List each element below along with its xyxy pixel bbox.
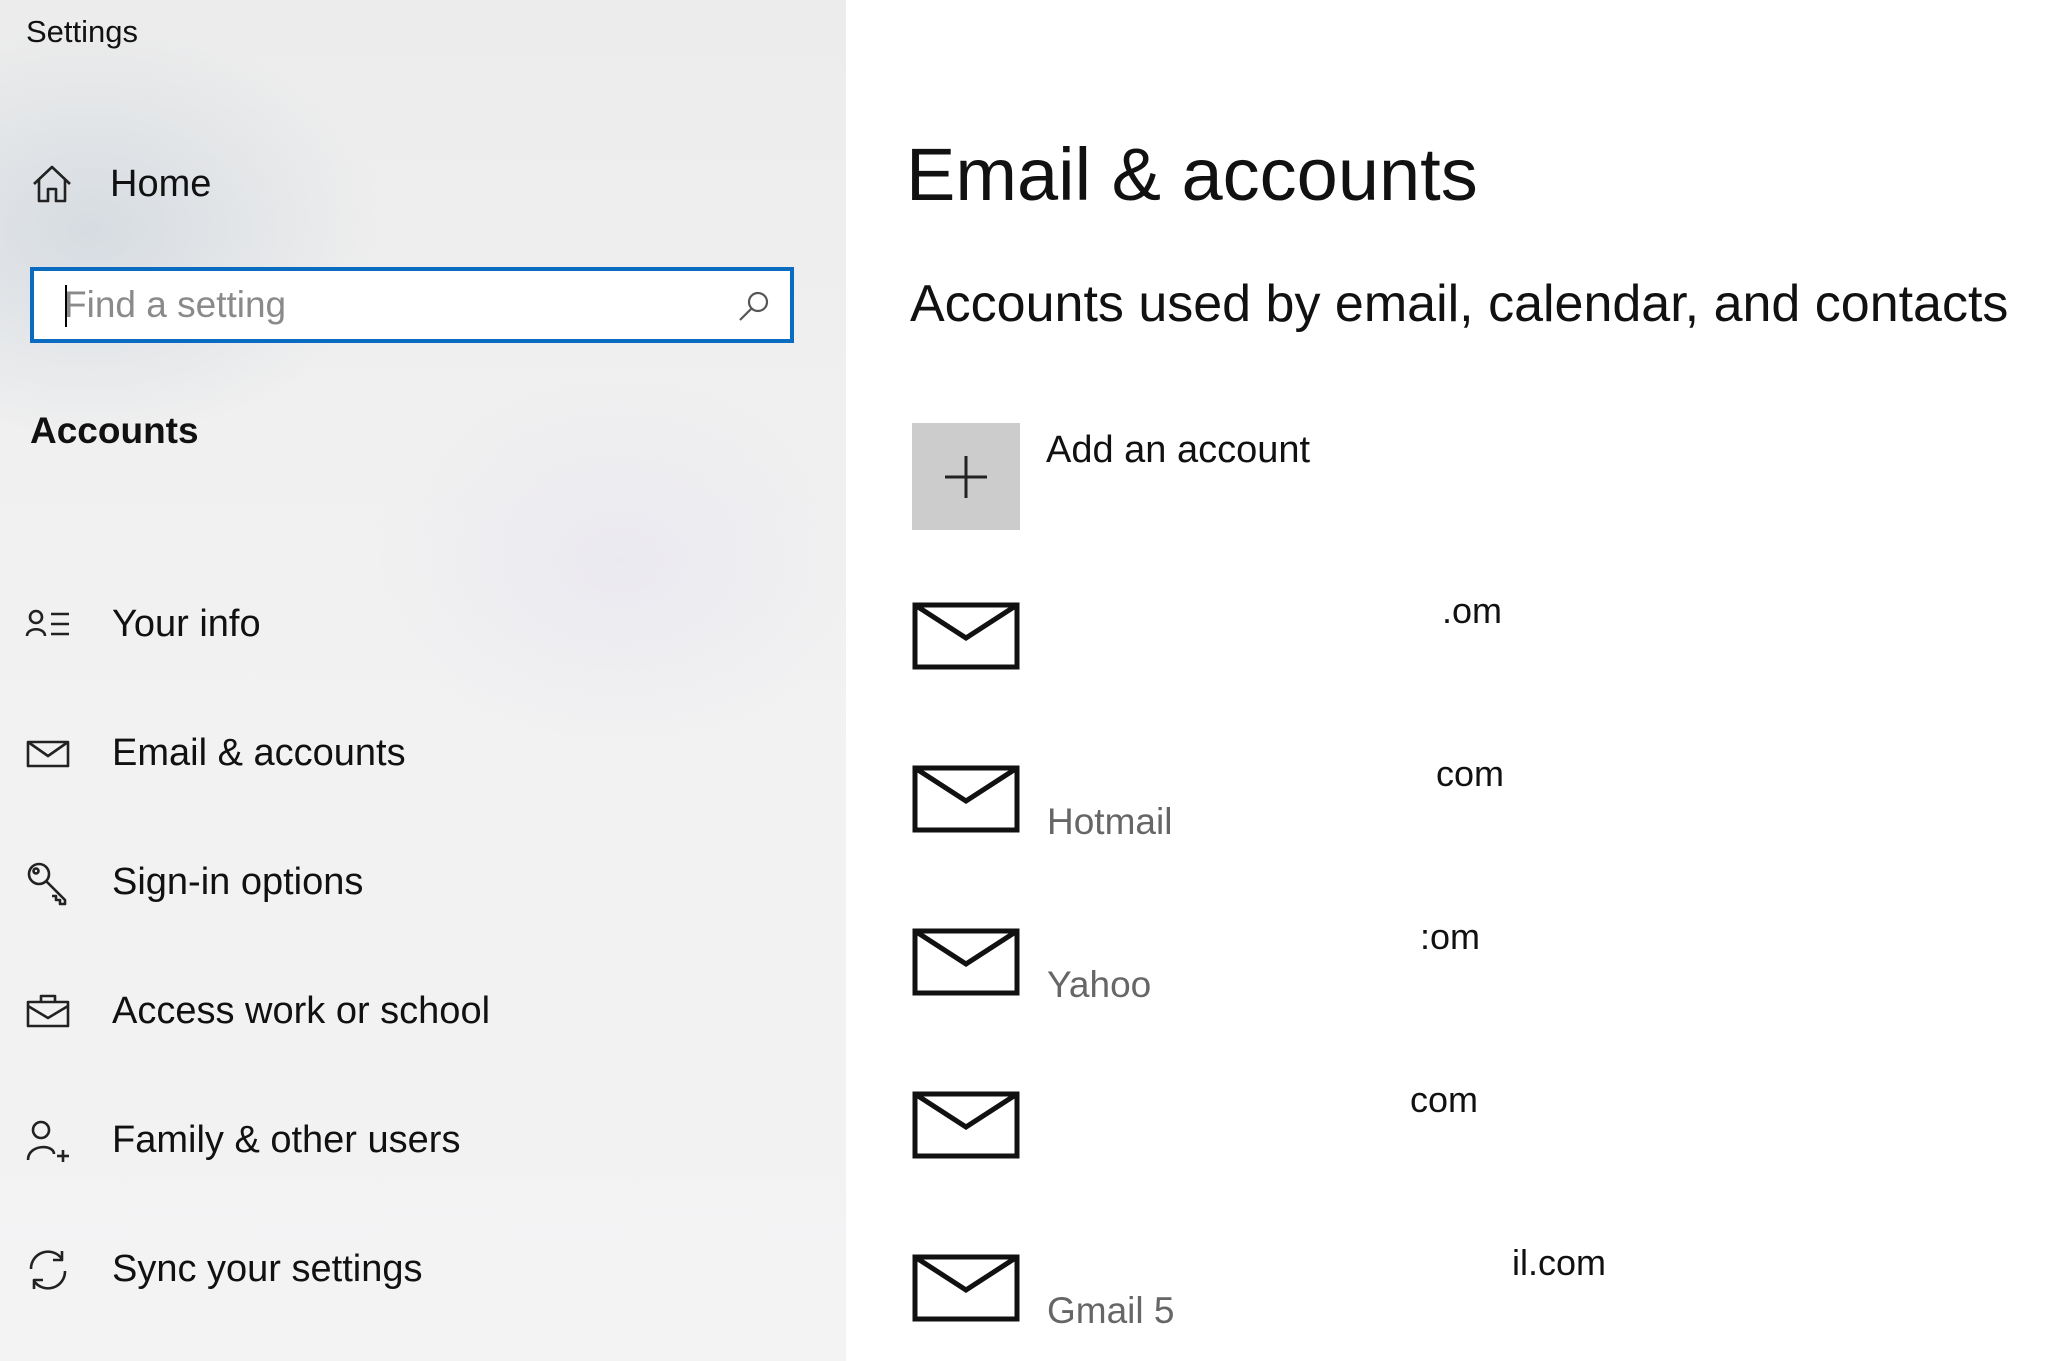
- key-icon: [24, 859, 72, 907]
- sync-icon: [24, 1246, 72, 1294]
- mail-icon: [24, 730, 72, 778]
- account-item[interactable]: .om: [912, 590, 1912, 753]
- sidebar-item-label: Sync your settings: [112, 1248, 423, 1290]
- accounts-list: .om com Hotmail :om Yahoo com il.com Gma…: [912, 590, 1912, 1361]
- home-label: Home: [110, 162, 212, 205]
- mail-icon: [912, 1091, 1020, 1159]
- account-provider: Gmail 5: [1047, 1290, 1175, 1331]
- home-icon: [28, 160, 76, 208]
- account-item[interactable]: :om Yahoo: [912, 916, 1912, 1079]
- sidebar: Settings Home Accounts: [0, 0, 846, 1361]
- sidebar-item-label: Your info: [112, 603, 261, 645]
- account-email: .om: [1442, 590, 1503, 631]
- add-account-label: Add an account: [1046, 429, 1311, 471]
- main-content: Email & accounts Accounts used by email,…: [846, 0, 2048, 1361]
- sidebar-item-label: Family & other users: [112, 1119, 461, 1161]
- account-item[interactable]: com Hotmail: [912, 753, 1912, 916]
- nav-home[interactable]: Home: [28, 156, 211, 212]
- nav-list: Your info Email & accounts Sign-in optio…: [24, 560, 490, 1334]
- account-provider: Yahoo: [1047, 964, 1152, 1005]
- search-icon[interactable]: [736, 289, 772, 325]
- mail-icon: [912, 928, 1020, 996]
- account-email: com: [1410, 1079, 1479, 1120]
- text-caret: [65, 285, 67, 327]
- account-provider: Hotmail: [1047, 801, 1173, 842]
- app-title: Settings: [26, 14, 139, 49]
- sidebar-item-sync-settings[interactable]: Sync your settings: [24, 1205, 490, 1334]
- mail-icon: [912, 765, 1020, 833]
- accounts-subheading: Accounts used by email, calendar, and co…: [910, 275, 2009, 333]
- account-item[interactable]: com: [912, 1079, 1912, 1242]
- sidebar-item-label: Email & accounts: [112, 732, 406, 774]
- mail-icon: [912, 1254, 1020, 1322]
- account-email: il.com: [1512, 1242, 1607, 1283]
- account-email: com: [1436, 753, 1505, 794]
- settings-window: Settings Home Accounts: [0, 0, 2048, 1361]
- sidebar-item-label: Access work or school: [112, 990, 491, 1032]
- person-add-icon: [24, 1117, 72, 1165]
- plus-icon: [912, 423, 1020, 530]
- account-item[interactable]: il.com Gmail 5: [912, 1242, 1912, 1361]
- sidebar-item-email-accounts[interactable]: Email & accounts: [24, 689, 490, 818]
- sidebar-item-family-users[interactable]: Family & other users: [24, 1076, 490, 1205]
- mail-icon: [912, 602, 1020, 670]
- search-input[interactable]: [34, 271, 790, 339]
- sidebar-item-your-info[interactable]: Your info: [24, 560, 490, 689]
- briefcase-icon: [24, 988, 72, 1036]
- section-title: Accounts: [30, 410, 199, 451]
- account-email: :om: [1420, 916, 1481, 957]
- person-list-icon: [24, 601, 72, 649]
- search-box[interactable]: [30, 267, 794, 343]
- sidebar-item-label: Sign-in options: [112, 861, 364, 903]
- add-account-button[interactable]: Add an account: [912, 423, 1310, 530]
- sidebar-item-sign-in-options[interactable]: Sign-in options: [24, 818, 490, 947]
- sidebar-item-access-work[interactable]: Access work or school: [24, 947, 490, 1076]
- page-title: Email & accounts: [906, 133, 1478, 216]
